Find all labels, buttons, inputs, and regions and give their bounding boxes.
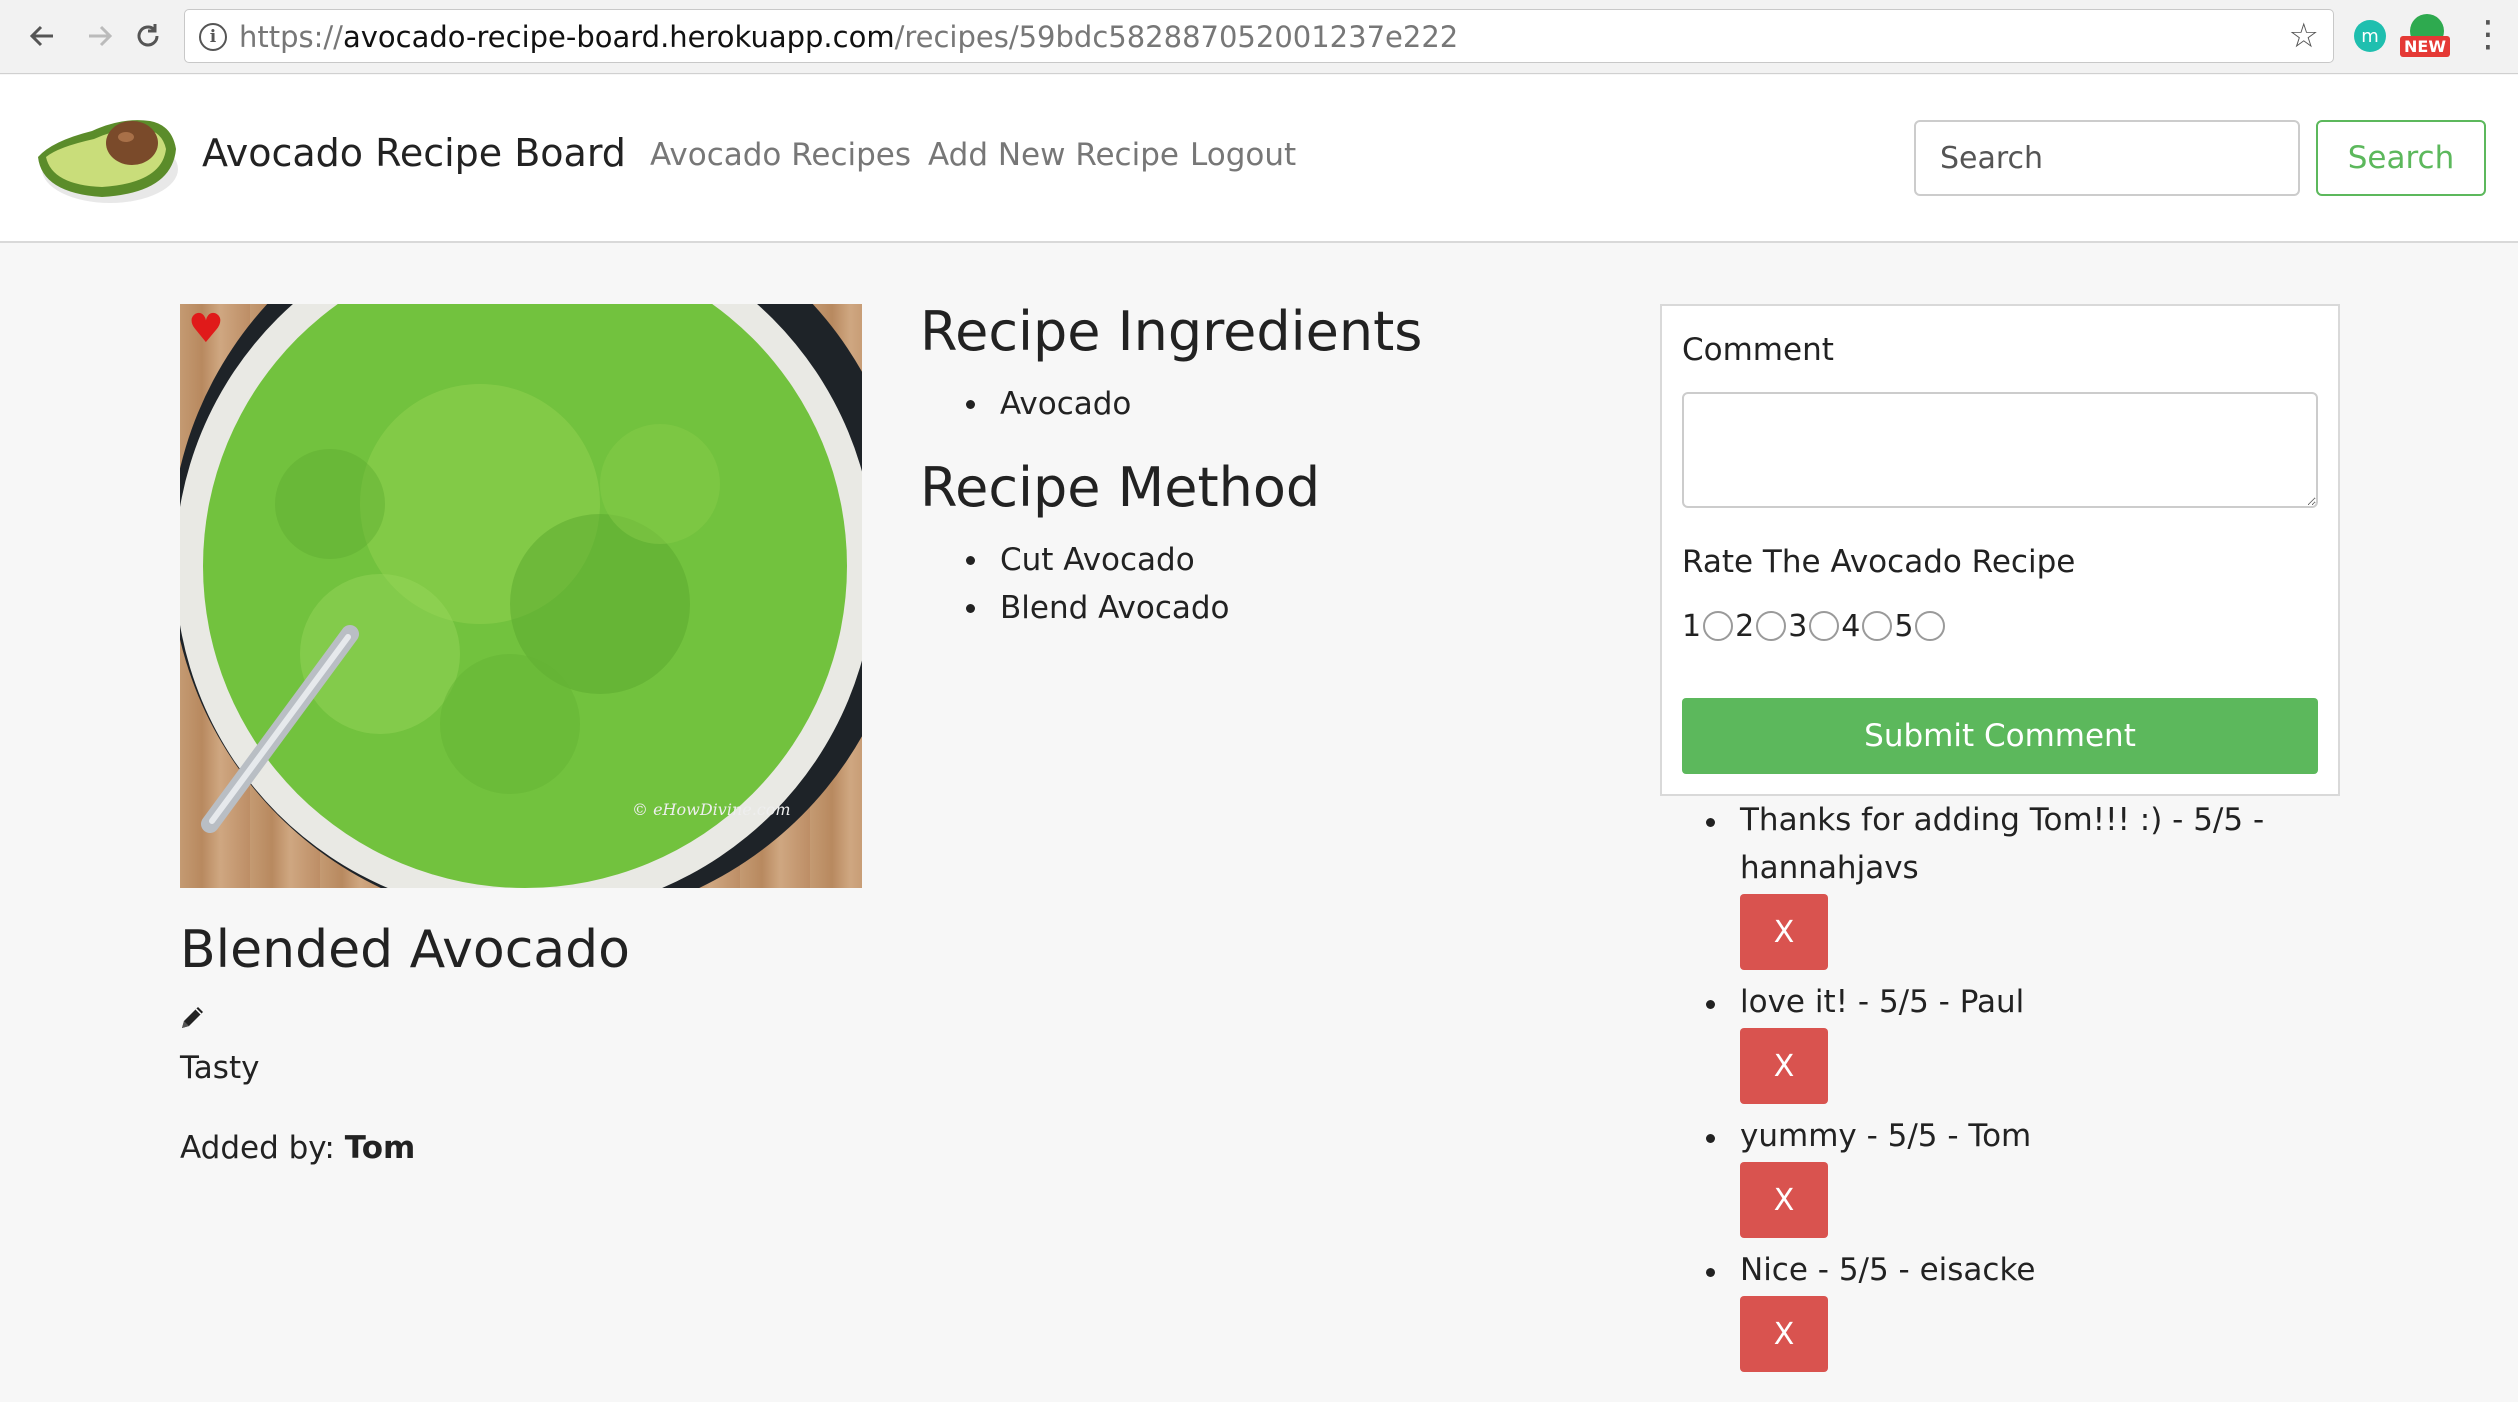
method-list: Cut Avocado Blend Avocado — [960, 536, 1230, 632]
image-watermark: © eHowDivine.com — [632, 800, 791, 819]
rating-label-4: 4 — [1841, 608, 1861, 644]
comment-form: Comment Rate The Avocado Recipe 1 2 3 4 … — [1660, 304, 2340, 796]
browser-menu-icon[interactable]: ⋮ — [2470, 14, 2506, 55]
rating-radio-3[interactable] — [1809, 611, 1840, 641]
added-by-label: Added by: — [180, 1130, 335, 1166]
address-bar[interactable]: i https://avocado-recipe-board.herokuapp… — [184, 9, 2334, 63]
delete-comment-button[interactable]: X — [1740, 1296, 1828, 1372]
brand-title[interactable]: Avocado Recipe Board — [202, 131, 626, 175]
method-step: Blend Avocado — [960, 584, 1230, 632]
comment-text: yummy - 5/5 - Tom — [1740, 1118, 2032, 1154]
comment-label: Comment — [1682, 332, 1834, 368]
delete-comment-button[interactable]: X — [1740, 1162, 1828, 1238]
comment-item: Thanks for adding Tom!!! :) - 5/5 - hann… — [1700, 796, 2340, 970]
reload-icon[interactable] — [126, 14, 170, 58]
nav-link-logout[interactable]: Logout — [1190, 137, 1296, 173]
rating-label-2: 2 — [1735, 608, 1755, 644]
back-arrow-icon[interactable] — [20, 14, 64, 58]
extension-m-icon[interactable]: m — [2354, 20, 2386, 52]
rating-label-3: 3 — [1788, 608, 1808, 644]
ingredients-list: Avocado — [960, 380, 1131, 428]
search-input[interactable] — [1914, 120, 2300, 196]
rate-label: Rate The Avocado Recipe — [1682, 544, 2076, 580]
rating-label-5: 5 — [1894, 608, 1914, 644]
comments-list: Thanks for adding Tom!!! :) - 5/5 - hann… — [1700, 796, 2340, 1380]
comment-item: Nice - 5/5 - eisacke X — [1700, 1246, 2340, 1372]
delete-comment-button[interactable]: X — [1740, 1028, 1828, 1104]
rating-radio-1[interactable] — [1703, 611, 1734, 641]
submit-comment-button[interactable]: Submit Comment — [1682, 698, 2318, 774]
added-by: Added by: Tom — [180, 1130, 415, 1166]
method-step: Cut Avocado — [960, 536, 1230, 584]
ingredients-heading: Recipe Ingredients — [920, 300, 1423, 363]
ingredient-item: Avocado — [960, 380, 1131, 428]
recipe-description: Tasty — [180, 1050, 260, 1086]
extension-new-icon[interactable]: NEW — [2400, 14, 2452, 62]
rating-radio-2[interactable] — [1756, 611, 1787, 641]
comment-item: yummy - 5/5 - Tom X — [1700, 1112, 2340, 1238]
avocado-logo-icon[interactable] — [32, 97, 182, 217]
info-icon[interactable]: i — [199, 23, 227, 51]
nav-link-add-new-recipe[interactable]: Add New Recipe — [928, 137, 1179, 173]
edit-pencil-icon[interactable] — [178, 1002, 208, 1032]
nav-link-avocado-recipes[interactable]: Avocado Recipes — [650, 137, 911, 173]
bookmark-star-icon[interactable]: ☆ — [2289, 16, 2319, 56]
method-heading: Recipe Method — [920, 456, 1321, 519]
recipe-image: ♥ © eHowDivine.com — [180, 304, 862, 888]
favorite-heart-icon[interactable]: ♥ — [188, 306, 224, 352]
url-text: https://avocado-recipe-board.herokuapp.c… — [239, 20, 1459, 54]
rating-radio-group: 1 2 3 4 5 — [1682, 606, 1947, 646]
rating-radio-4[interactable] — [1862, 611, 1893, 641]
comment-textarea[interactable] — [1682, 392, 2318, 508]
comment-text: love it! - 5/5 - Paul — [1740, 984, 2025, 1020]
delete-comment-button[interactable]: X — [1740, 894, 1828, 970]
search-button[interactable]: Search — [2316, 120, 2486, 196]
added-by-user: Tom — [344, 1130, 416, 1166]
comment-text: Thanks for adding Tom!!! :) - 5/5 - hann… — [1740, 802, 2265, 886]
app-navbar: Avocado Recipe Board Avocado Recipes Add… — [0, 75, 2518, 243]
comment-item: love it! - 5/5 - Paul X — [1700, 978, 2340, 1104]
rating-radio-5[interactable] — [1915, 611, 1946, 641]
comment-text: Nice - 5/5 - eisacke — [1740, 1252, 2036, 1288]
forward-arrow-icon[interactable] — [78, 14, 122, 58]
browser-toolbar: i https://avocado-recipe-board.herokuapp… — [0, 0, 2518, 74]
recipe-title: Blended Avocado — [180, 920, 630, 980]
rating-label-1: 1 — [1682, 608, 1702, 644]
